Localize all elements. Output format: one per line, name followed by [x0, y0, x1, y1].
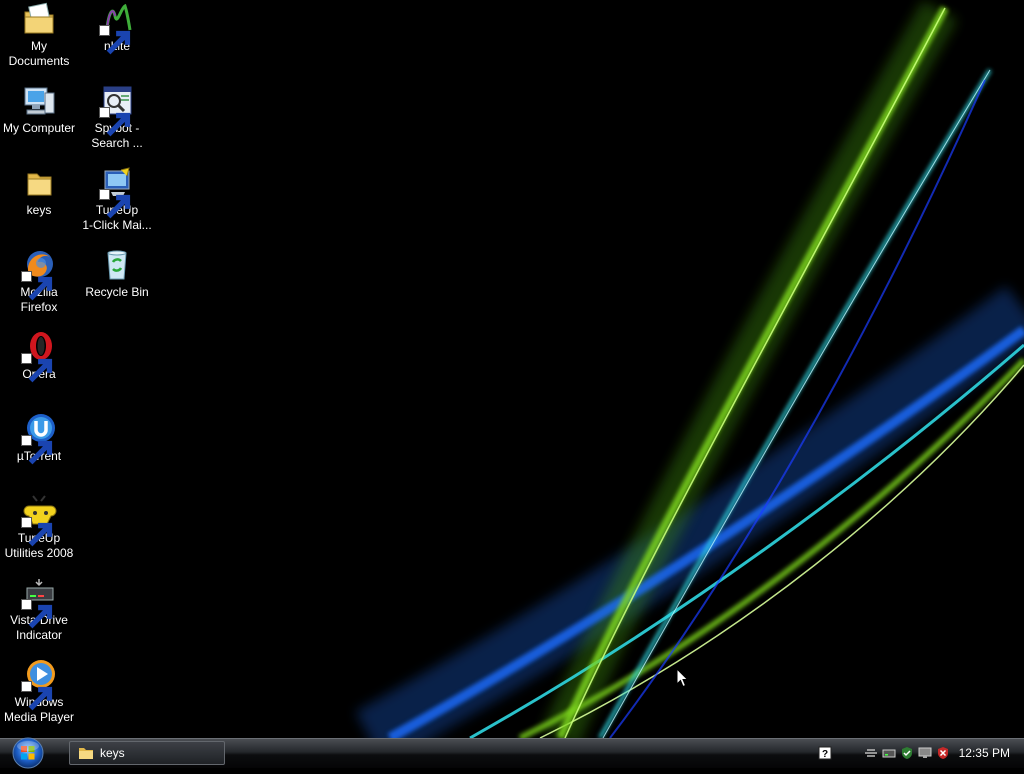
shield-check-icon[interactable] [900, 746, 914, 760]
shortcut-arrow-icon [21, 353, 53, 383]
tuneup-1click-icon [99, 166, 135, 219]
shortcut-arrow-icon [21, 435, 53, 465]
desktop-icon-my-documents[interactable]: My Documents [0, 2, 78, 69]
desktop-icon-vista-drive-indicator[interactable]: Vista Drive Indicator [0, 576, 78, 643]
shortcut-arrow-icon [21, 271, 53, 301]
windows-orb-icon [12, 737, 44, 769]
desktop-icon-mozilla-firefox[interactable]: Mozilla Firefox [0, 248, 78, 315]
system-tray: ? 12:35 PM [814, 739, 1024, 768]
shortcut-arrow-icon [99, 25, 131, 55]
desktop-icon-spybot[interactable]: Spybot - Search ... [78, 84, 156, 151]
clock[interactable]: 12:35 PM [959, 746, 1010, 760]
nlite-icon [99, 2, 135, 55]
folder-icon [79, 748, 93, 759]
desktop-icon-windows-media-player[interactable]: Windows Media Player [0, 658, 78, 725]
monitor-icon[interactable] [918, 746, 932, 760]
taskbar: keys ? 12:35 PM [0, 737, 1024, 769]
recycle-bin-icon [99, 248, 135, 282]
tuneup-utilities-icon [21, 494, 57, 547]
desktop-icon-tuneup-utilities[interactable]: TuneUp Utilities 2008 [0, 494, 78, 561]
taskbar-button-keys[interactable]: keys [69, 741, 225, 765]
shortcut-arrow-icon [99, 189, 131, 219]
spybot-icon [99, 84, 135, 137]
shortcut-arrow-icon [21, 681, 53, 711]
shortcut-arrow-icon [21, 517, 53, 547]
help-icon[interactable]: ? [818, 746, 832, 760]
shortcut-arrow-icon [99, 107, 131, 137]
shortcut-arrow-icon [21, 599, 53, 629]
desktop-icon-keys[interactable]: keys [0, 166, 78, 218]
taskbar-button-label: keys [100, 746, 125, 760]
utorrent-icon [21, 412, 57, 465]
desktop-icon-opera[interactable]: Opera [0, 330, 78, 383]
start-button[interactable] [8, 737, 48, 769]
computer-icon [21, 84, 57, 118]
desktop-icon-my-computer[interactable]: My Computer [0, 84, 78, 136]
desktop-icon-label: My Documents [8, 39, 70, 68]
desktop-icon-label: keys [26, 203, 52, 217]
media-player-icon [21, 658, 57, 711]
desktop-icon-nlite[interactable]: nLite [78, 2, 156, 55]
desktop-icon-label: Recycle Bin [85, 285, 149, 299]
desktop-icon-utorrent[interactable]: µTorrent [0, 412, 78, 465]
desktop-icon-label: My Computer [2, 121, 76, 135]
folder-icon [21, 166, 57, 200]
drive-icon[interactable] [882, 746, 896, 760]
desktop-icon-recycle-bin[interactable]: Recycle Bin [78, 248, 156, 300]
my-documents-icon [21, 2, 57, 36]
opera-icon [21, 330, 57, 383]
mouse-cursor-icon [676, 668, 689, 688]
svg-text:?: ? [822, 749, 828, 760]
security-alert-icon[interactable] [936, 746, 950, 760]
network-icon[interactable] [864, 746, 878, 760]
firefox-icon [21, 248, 57, 301]
drive-indicator-icon [21, 576, 57, 629]
desktop-icon-tuneup-1-click[interactable]: TuneUp 1-Click Mai... [78, 166, 156, 233]
